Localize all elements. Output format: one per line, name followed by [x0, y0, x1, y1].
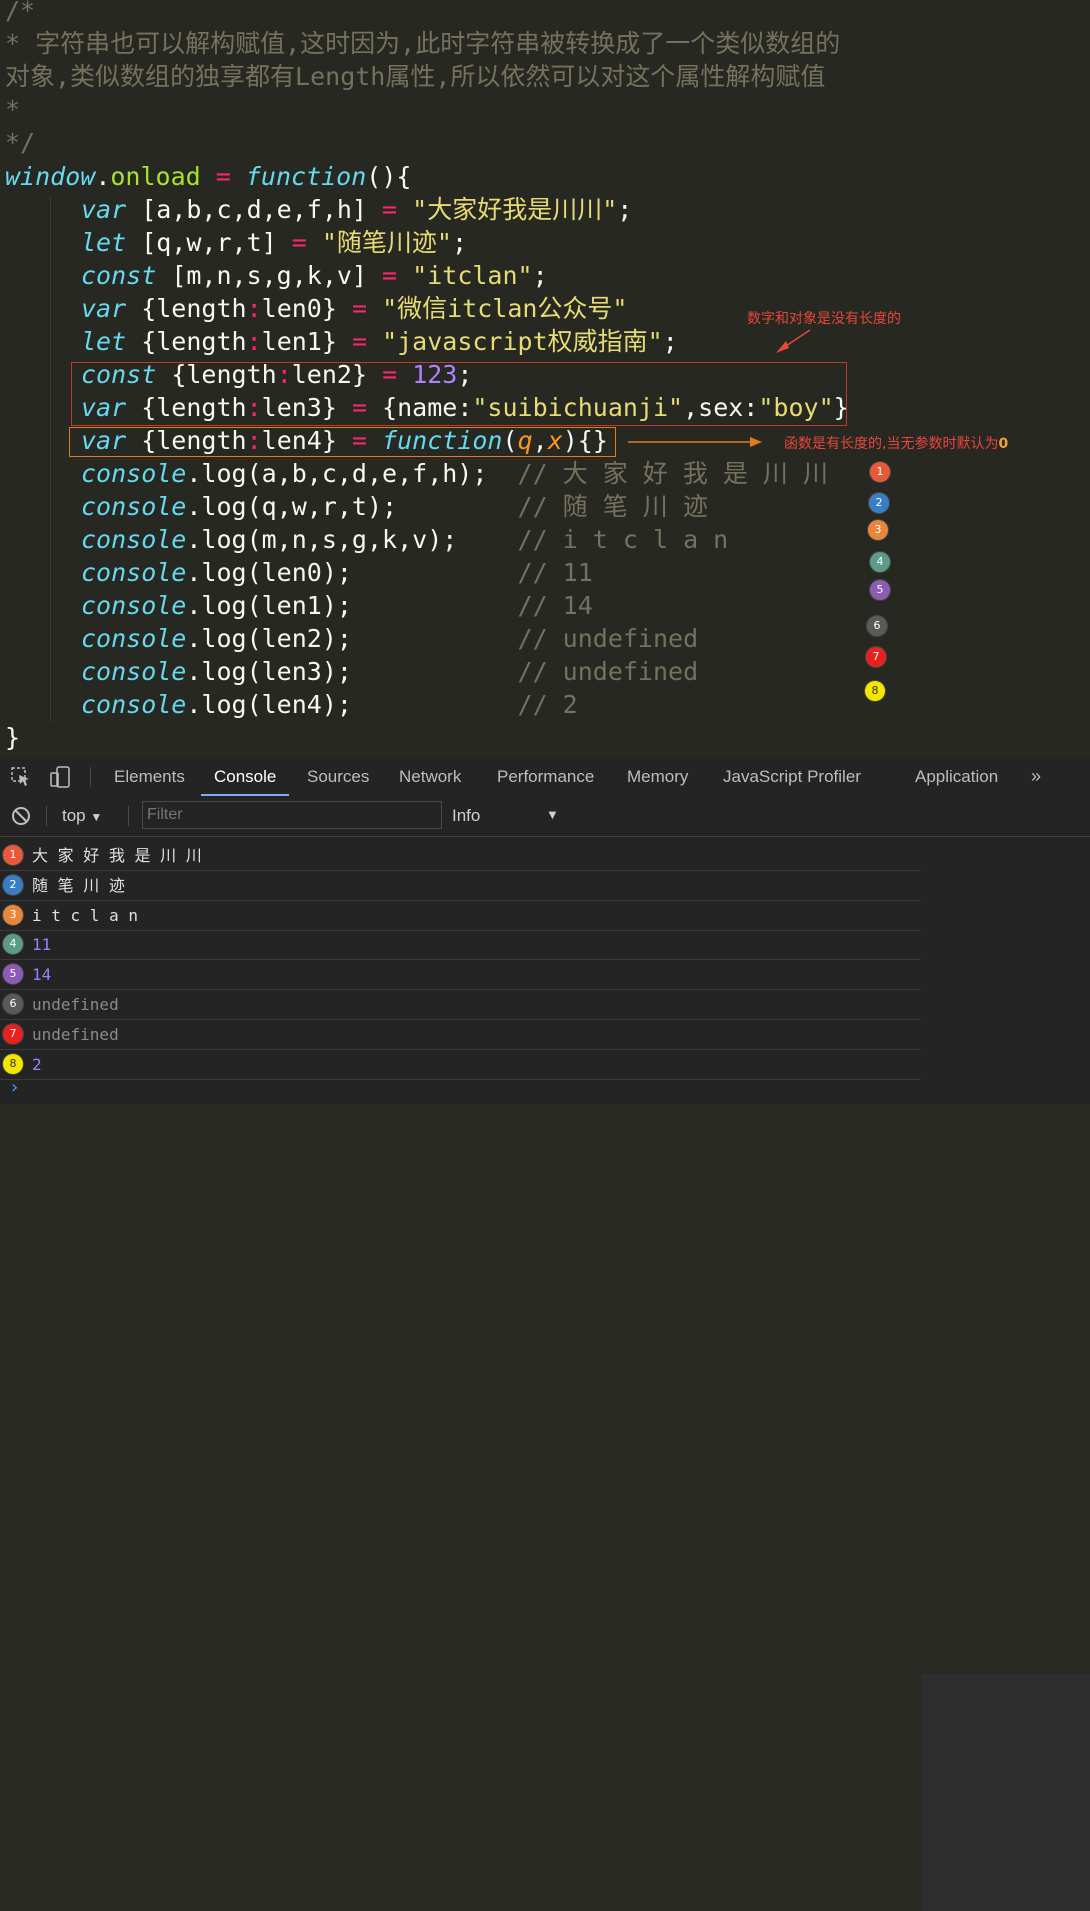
marker-badge: 2: [3, 874, 23, 895]
marker-badge: 6: [3, 994, 23, 1014]
marker-badge: 3: [3, 904, 23, 925]
annotation-no-length: 数字和对象是没有长度的: [747, 311, 901, 327]
marker-badge: 5: [3, 964, 23, 985]
marker-badge-8: 8: [865, 681, 885, 701]
console-log-text: undefined: [32, 995, 119, 1014]
chevron-down-icon: ▼: [90, 810, 103, 824]
console-log-text: 大 家 好 我 是 川 川: [32, 846, 202, 865]
chevron-down-icon[interactable]: ▼: [546, 807, 559, 822]
code-editor[interactable]: /* * 字符串也可以解构赋值,这时因为,此时字符串被转换成了一个类似数组的 对…: [0, 0, 1090, 758]
console-output[interactable]: 1 大 家 好 我 是 川 川 2 随 笔 川 迹 3 i t c l a n 4 11 5 14…: [0, 837, 1090, 1911]
console-log-text: 随 笔 川 迹: [32, 875, 125, 895]
marker-badge-3: 3: [868, 520, 888, 540]
console-prompt[interactable]: ›: [9, 1077, 20, 1098]
marker-badge-1: 1: [870, 462, 890, 482]
tab-performance[interactable]: Performance: [497, 758, 594, 796]
divider: [90, 767, 91, 787]
devtools-tab-bar: Elements Console Sources Network Perform…: [0, 758, 1090, 797]
tab-application[interactable]: Application: [915, 758, 998, 796]
context-selector[interactable]: top ▼: [62, 806, 102, 826]
tab-javascript-profiler[interactable]: JavaScript Profiler: [723, 758, 861, 796]
annotation-function-length: 函数是有长度的,当无参数时默认为0: [784, 436, 1009, 452]
console-log-row: 5 14: [0, 960, 921, 991]
console-log-text: undefined: [32, 1024, 119, 1044]
tab-memory[interactable]: Memory: [627, 758, 688, 796]
console-log-row: 2 随 笔 川 迹: [0, 871, 921, 901]
divider: [128, 806, 129, 826]
marker-badge-4: 4: [870, 552, 890, 572]
filter-input[interactable]: [142, 801, 442, 829]
inspect-element-icon[interactable]: [10, 766, 32, 788]
console-toolbar: top ▼ Info ▼: [0, 796, 1090, 837]
console-log-row: 7 undefined: [0, 1020, 921, 1050]
tab-sources[interactable]: Sources: [307, 758, 369, 796]
log-level-select[interactable]: Info: [452, 806, 480, 826]
more-tabs-icon[interactable]: »: [1031, 758, 1041, 796]
console-log-row: 3 i t c l a n: [0, 901, 921, 931]
tab-network[interactable]: Network: [399, 758, 461, 796]
marker-badge: 8: [3, 1053, 23, 1074]
marker-badge: 1: [3, 845, 23, 865]
console-sidebar: [921, 1674, 1090, 1911]
console-log-row: 6 undefined: [0, 990, 921, 1020]
tab-console[interactable]: Console: [201, 758, 290, 796]
console-log-text: 11: [32, 935, 52, 955]
marker-badge-7: 7: [866, 647, 886, 667]
divider: [46, 806, 47, 826]
console-log-text: i t c l a n: [32, 905, 138, 925]
marker-badge-5: 5: [870, 580, 890, 600]
marker-badge: 7: [3, 1023, 23, 1044]
tab-elements[interactable]: Elements: [114, 758, 185, 796]
marker-badge-6: 6: [867, 616, 887, 636]
arrow-icon: [628, 329, 811, 447]
marker-badge: 4: [3, 934, 23, 955]
console-log-text: 2: [32, 1054, 42, 1074]
device-toolbar-icon[interactable]: [48, 765, 74, 789]
console-log-text: 14: [32, 965, 52, 985]
console-log-row: 82: [0, 1050, 921, 1080]
clear-console-icon[interactable]: [10, 805, 32, 827]
marker-badge-2: 2: [869, 493, 889, 513]
console-log-row: 1 大 家 好 我 是 川 川: [0, 841, 921, 871]
console-log-row: 4 11: [0, 930, 921, 961]
